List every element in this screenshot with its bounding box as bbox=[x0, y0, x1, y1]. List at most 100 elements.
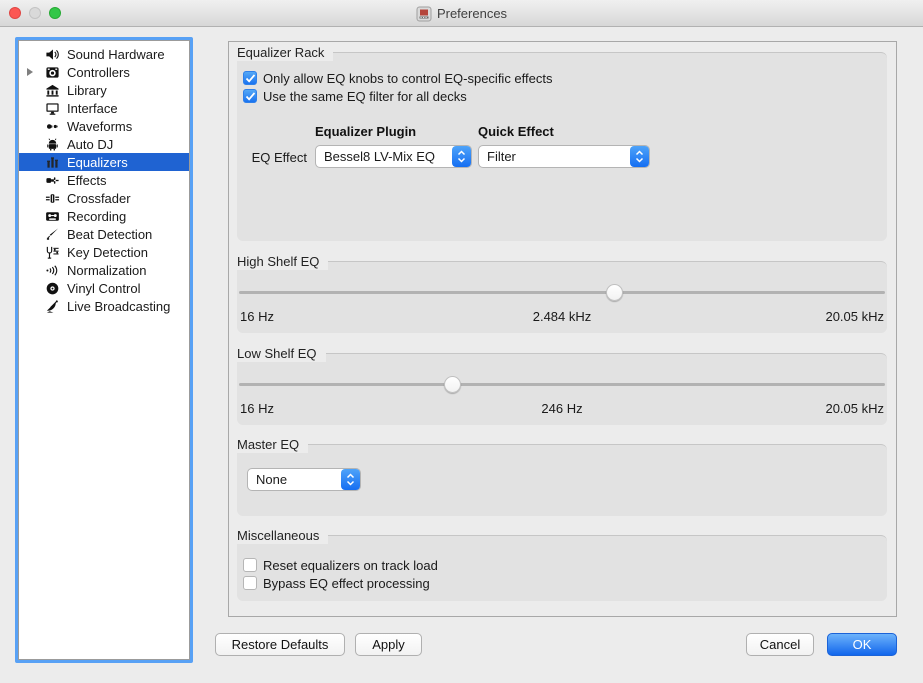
bypass-eq-checkbox[interactable] bbox=[243, 576, 257, 590]
tuning-fork-icon bbox=[44, 245, 60, 260]
master-eq-dropdown[interactable]: None bbox=[247, 468, 361, 491]
sidebar-item-library[interactable]: Library bbox=[19, 81, 189, 99]
slider-min-label: 16 Hz bbox=[240, 401, 455, 416]
preferences-window: { "window": { "title": "Preferences" }, … bbox=[0, 0, 923, 683]
robot-icon bbox=[44, 137, 60, 152]
sound-waves-icon bbox=[44, 263, 60, 278]
sidebar-item-normalization[interactable]: Normalization bbox=[19, 261, 189, 279]
plug-icon bbox=[44, 173, 60, 188]
slider-current-value: 246 Hz bbox=[455, 401, 670, 416]
slider-min-label: 16 Hz bbox=[240, 309, 455, 324]
speaker-icon bbox=[44, 47, 60, 62]
sidebar-item-label: Vinyl Control bbox=[67, 281, 140, 296]
equalizers-preferences-pane: Equalizer Rack Only allow EQ knobs to co… bbox=[228, 41, 897, 617]
sidebar-item-label: Beat Detection bbox=[67, 227, 152, 242]
waveform-icon bbox=[44, 119, 60, 134]
same-filter-checkbox[interactable] bbox=[243, 89, 257, 103]
preferences-category-list: Sound Hardware Controllers bbox=[15, 37, 193, 663]
sidebar-item-label: Sound Hardware bbox=[67, 47, 165, 62]
high-shelf-eq-groupbox: High Shelf EQ 16 Hz 2.484 kHz 20.05 kHz bbox=[237, 261, 887, 333]
whip-icon bbox=[44, 227, 60, 242]
sidebar-item-label: Library bbox=[67, 83, 107, 98]
sidebar-item-sound-hardware[interactable]: Sound Hardware bbox=[19, 45, 189, 63]
sidebar-item-beat-detection[interactable]: Beat Detection bbox=[19, 225, 189, 243]
sidebar-item-key-detection[interactable]: Key Detection bbox=[19, 243, 189, 261]
groupbox-title: Master EQ bbox=[237, 436, 308, 453]
slider-handle[interactable] bbox=[606, 284, 623, 301]
sidebar-item-label: Recording bbox=[67, 209, 126, 224]
slider-track[interactable] bbox=[239, 383, 885, 386]
slider-current-value: 2.484 kHz bbox=[455, 309, 670, 324]
sidebar-item-label: Crossfader bbox=[67, 191, 131, 206]
sidebar-item-interface[interactable]: Interface bbox=[19, 99, 189, 117]
equalizer-plugin-column-header: Equalizer Plugin bbox=[315, 124, 416, 139]
sidebar-item-vinyl-control[interactable]: Vinyl Control bbox=[19, 279, 189, 297]
controller-icon bbox=[44, 65, 60, 80]
quick-effect-dropdown[interactable]: Filter bbox=[478, 145, 650, 168]
groupbox-title: Low Shelf EQ bbox=[237, 345, 326, 362]
sidebar-item-equalizers[interactable]: Equalizers bbox=[19, 153, 189, 171]
sidebar-item-live-broadcasting[interactable]: Live Broadcasting bbox=[19, 297, 189, 315]
sidebar-item-label: Live Broadcasting bbox=[67, 299, 170, 314]
master-eq-groupbox: Master EQ None bbox=[237, 444, 887, 516]
restore-defaults-button[interactable]: Restore Defaults bbox=[215, 633, 345, 656]
sidebar-item-recording[interactable]: Recording bbox=[19, 207, 189, 225]
checkmark-icon bbox=[245, 92, 256, 101]
equalizer-rack-groupbox: Equalizer Rack Only allow EQ knobs to co… bbox=[237, 52, 887, 241]
cancel-button[interactable]: Cancel bbox=[746, 633, 814, 656]
sidebar-item-effects[interactable]: Effects bbox=[19, 171, 189, 189]
sidebar-item-label: Controllers bbox=[67, 65, 130, 80]
high-shelf-eq-slider[interactable] bbox=[237, 283, 887, 301]
checkbox-label: Use the same EQ filter for all decks bbox=[263, 89, 467, 104]
cassette-icon bbox=[44, 209, 60, 224]
sidebar-item-label: Interface bbox=[67, 101, 118, 116]
groupbox-title: Miscellaneous bbox=[237, 527, 328, 544]
sidebar-item-label: Normalization bbox=[67, 263, 146, 278]
sidebar-item-auto-dj[interactable]: Auto DJ bbox=[19, 135, 189, 153]
window-title: Preferences bbox=[437, 6, 507, 21]
reset-equalizers-checkbox[interactable] bbox=[243, 558, 257, 572]
dropdown-value: Bessel8 LV-Mix EQ bbox=[316, 149, 452, 164]
slider-handle[interactable] bbox=[444, 376, 461, 393]
eq-knobs-checkbox[interactable] bbox=[243, 71, 257, 85]
dropdown-stepper-icon bbox=[452, 146, 471, 167]
dropdown-stepper-icon bbox=[341, 469, 360, 490]
same-filter-checkbox-row[interactable]: Use the same EQ filter for all decks bbox=[243, 88, 467, 104]
slider-track[interactable] bbox=[239, 291, 885, 294]
dropdown-value: None bbox=[248, 472, 341, 487]
dropdown-value: Filter bbox=[479, 149, 630, 164]
sidebar-item-controllers[interactable]: Controllers bbox=[19, 63, 189, 81]
checkbox-label: Only allow EQ knobs to control EQ-specif… bbox=[263, 71, 553, 86]
groupbox-title: Equalizer Rack bbox=[237, 44, 333, 61]
low-shelf-eq-groupbox: Low Shelf EQ 16 Hz 246 Hz 20.05 kHz bbox=[237, 353, 887, 425]
disclosure-triangle-icon[interactable] bbox=[27, 68, 33, 76]
sidebar-item-crossfader[interactable]: Crossfader bbox=[19, 189, 189, 207]
equalizer-bars-icon bbox=[44, 155, 60, 170]
checkbox-label: Reset equalizers on track load bbox=[263, 558, 438, 573]
checkbox-label: Bypass EQ effect processing bbox=[263, 576, 430, 591]
sidebar-item-waveforms[interactable]: Waveforms bbox=[19, 117, 189, 135]
equalizer-plugin-dropdown[interactable]: Bessel8 LV-Mix EQ bbox=[315, 145, 472, 168]
app-proxy-icon bbox=[416, 6, 432, 22]
reset-equalizers-checkbox-row[interactable]: Reset equalizers on track load bbox=[243, 557, 438, 573]
satellite-icon bbox=[44, 299, 60, 314]
ok-button[interactable]: OK bbox=[827, 633, 897, 656]
slider-max-label: 20.05 kHz bbox=[669, 401, 884, 416]
groupbox-title: High Shelf EQ bbox=[237, 253, 328, 270]
vinyl-icon bbox=[44, 281, 60, 296]
apply-button[interactable]: Apply bbox=[355, 633, 422, 656]
miscellaneous-groupbox: Miscellaneous Reset equalizers on track … bbox=[237, 535, 887, 601]
checkmark-icon bbox=[245, 74, 256, 83]
dropdown-stepper-icon bbox=[630, 146, 649, 167]
sidebar-item-label: Waveforms bbox=[67, 119, 132, 134]
eq-effect-row-label: EQ Effect bbox=[237, 150, 307, 165]
library-icon bbox=[44, 83, 60, 98]
sidebar-item-label: Auto DJ bbox=[67, 137, 113, 152]
slider-max-label: 20.05 kHz bbox=[669, 309, 884, 324]
eq-knobs-checkbox-row[interactable]: Only allow EQ knobs to control EQ-specif… bbox=[243, 70, 553, 86]
low-shelf-eq-slider[interactable] bbox=[237, 375, 887, 393]
sidebar-item-label: Key Detection bbox=[67, 245, 148, 260]
bypass-eq-checkbox-row[interactable]: Bypass EQ effect processing bbox=[243, 575, 430, 591]
display-icon bbox=[44, 101, 60, 116]
crossfader-icon bbox=[44, 191, 60, 206]
